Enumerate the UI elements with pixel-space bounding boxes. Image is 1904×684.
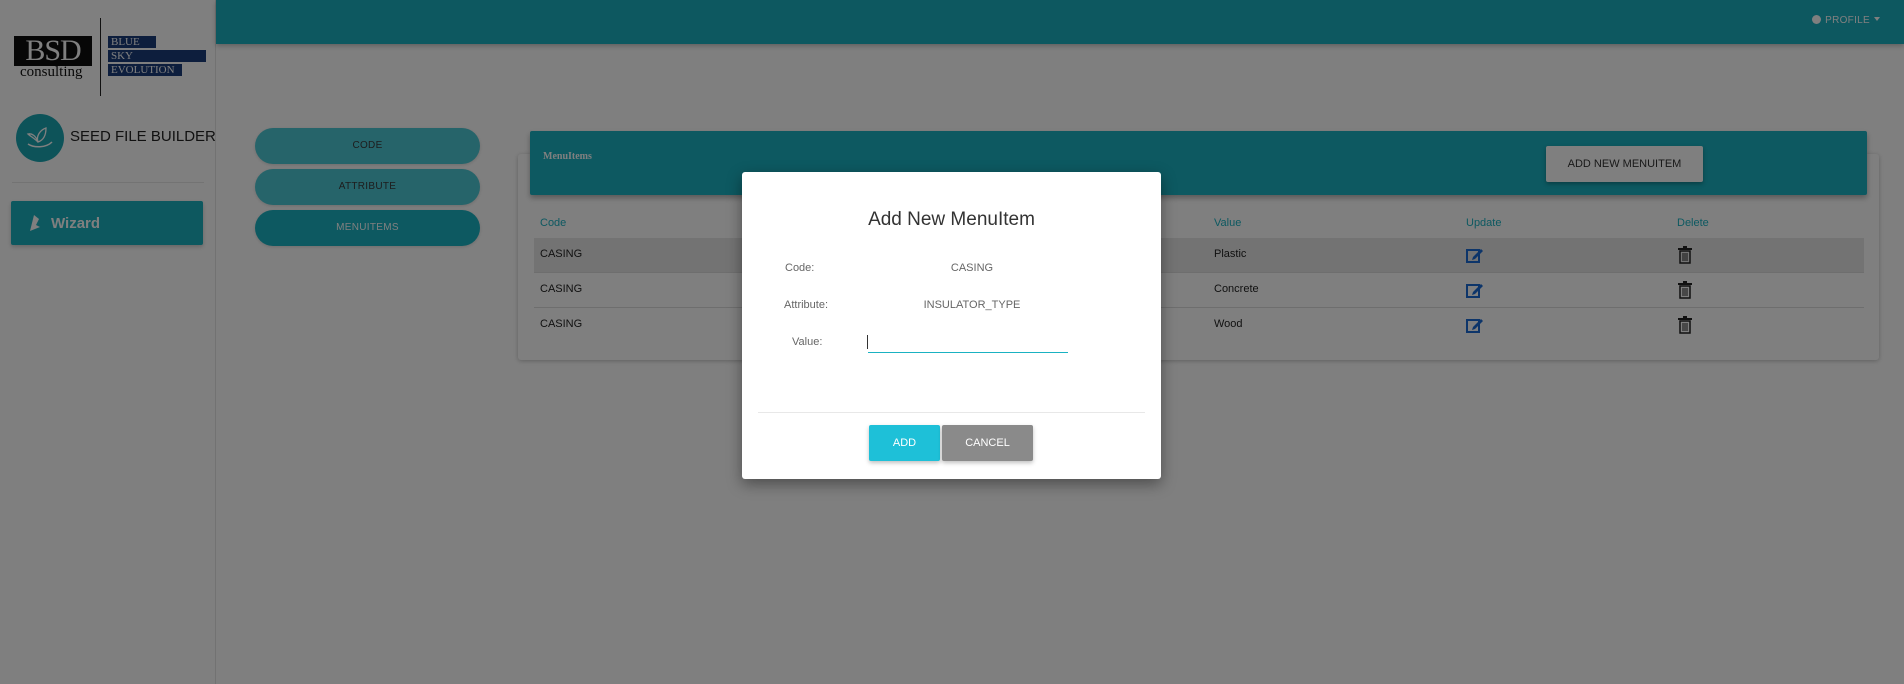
dialog-divider	[758, 412, 1145, 413]
attribute-label: Attribute:	[784, 299, 829, 311]
add-menuitem-dialog: Add New MenuItem Code: CASING Attribute:…	[742, 172, 1161, 479]
dialog-title: Add New MenuItem	[868, 209, 1035, 230]
add-button[interactable]: ADD	[869, 425, 940, 461]
code-label: Code:	[785, 262, 815, 274]
text-cursor	[867, 335, 868, 349]
value-label: Value:	[792, 336, 823, 348]
code-value: CASING	[950, 262, 994, 274]
cancel-button[interactable]: CANCEL	[942, 425, 1033, 461]
attribute-value: INSULATOR_TYPE	[923, 299, 1021, 311]
value-input[interactable]	[868, 327, 1068, 353]
